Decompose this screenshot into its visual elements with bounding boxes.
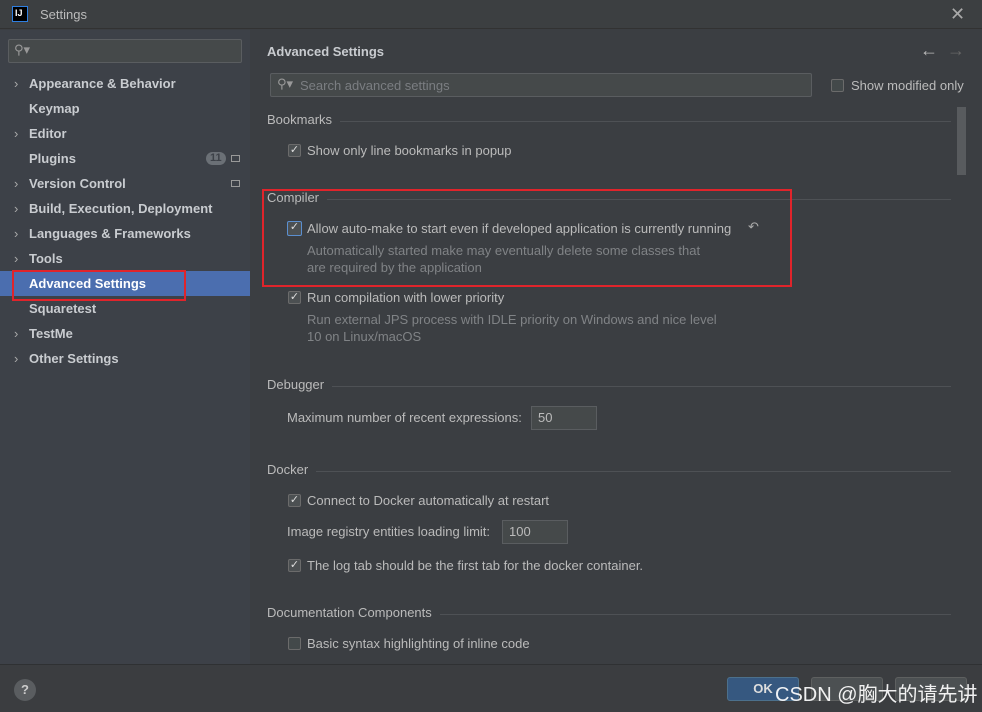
show-modified-only-checkbox[interactable]: [831, 79, 844, 92]
sidebar-item-other-settings[interactable]: › Other Settings: [0, 346, 250, 371]
sidebar-item-tools[interactable]: › Tools: [0, 246, 250, 271]
search-icon: ⚲▾: [14, 42, 31, 57]
project-level-icon: [231, 180, 240, 187]
section-documentation: Documentation Components: [267, 605, 951, 620]
option-label: Basic syntax highlighting of inline code: [307, 636, 530, 651]
sidebar-item-label: Keymap: [29, 101, 80, 116]
search-icon: ⚲▾: [277, 76, 294, 91]
registry-limit-input[interactable]: 100: [502, 520, 568, 544]
chevron-right-icon[interactable]: ›: [14, 221, 18, 246]
sidebar-item-keymap[interactable]: Keymap: [0, 96, 250, 121]
sidebar-item-label: Appearance & Behavior: [29, 76, 176, 91]
sidebar-item-label: Plugins: [29, 151, 76, 166]
title-bar: IJ Settings ✕: [0, 0, 982, 29]
field-label: Maximum number of recent expressions:: [287, 410, 522, 425]
sidebar-item-editor[interactable]: › Editor: [0, 121, 250, 146]
sidebar-item-plugins[interactable]: Plugins 11: [0, 146, 250, 171]
advanced-search-input[interactable]: ⚲▾ Search advanced settings: [270, 73, 812, 97]
option-label: The log tab should be the first tab for …: [307, 558, 644, 573]
section-debugger: Debugger: [267, 377, 951, 392]
help-button[interactable]: ?: [14, 679, 36, 701]
sidebar-item-testme[interactable]: › TestMe: [0, 321, 250, 346]
sidebar-item-appearance-behavior[interactable]: › Appearance & Behavior: [0, 71, 250, 96]
chevron-right-icon[interactable]: ›: [14, 171, 18, 196]
checkbox-lower-priority[interactable]: ✓: [288, 291, 301, 304]
main-panel: Advanced Settings ← → ⚲▾ Search advanced…: [250, 30, 982, 664]
watermark: CSDN @胸大的请先讲: [775, 684, 978, 706]
scrollbar[interactable]: [957, 107, 966, 175]
show-modified-only-label: Show modified only: [851, 78, 964, 93]
close-icon[interactable]: ✕: [950, 4, 965, 25]
chevron-right-icon[interactable]: ›: [14, 196, 18, 221]
option-description: Run external JPS process with IDLE prior…: [307, 312, 717, 327]
window-title: Settings: [40, 7, 87, 22]
section-docker: Docker: [267, 462, 951, 477]
sidebar-item-label: Languages & Frameworks: [29, 226, 191, 241]
sidebar: ⚲▾ › Appearance & Behavior Keymap › Editor Pl…: [0, 30, 250, 664]
chevron-right-icon[interactable]: ›: [14, 246, 18, 271]
project-level-icon: [231, 155, 240, 162]
checkbox-line-bookmarks[interactable]: ✓: [288, 144, 301, 157]
sidebar-item-label: Tools: [29, 251, 63, 266]
sidebar-item-label: Build, Execution, Deployment: [29, 201, 213, 216]
sidebar-item-languages-frameworks[interactable]: › Languages & Frameworks: [0, 221, 250, 246]
page-title: Advanced Settings: [267, 44, 385, 59]
checkbox-docker-connect[interactable]: ✓: [288, 494, 301, 507]
recent-expressions-input[interactable]: 50: [531, 406, 597, 430]
option-description: 10 on Linux/macOS: [307, 329, 422, 344]
sidebar-item-version-control[interactable]: › Version Control: [0, 171, 250, 196]
sidebar-search-input[interactable]: ⚲▾: [8, 39, 242, 63]
sidebar-item-build-execution-deployment[interactable]: › Build, Execution, Deployment: [0, 196, 250, 221]
checkbox-inline-code[interactable]: [288, 637, 301, 650]
app-logo: IJ: [12, 6, 28, 22]
sidebar-item-label: Version Control: [29, 176, 126, 191]
chevron-right-icon[interactable]: ›: [14, 321, 18, 346]
sidebar-item-label: TestMe: [29, 326, 73, 341]
chevron-right-icon[interactable]: ›: [14, 346, 18, 371]
chevron-right-icon[interactable]: ›: [14, 121, 18, 146]
option-label: Connect to Docker automatically at resta…: [307, 493, 550, 508]
field-label: Image registry entities loading limit:: [287, 524, 491, 539]
count-badge: 11: [206, 152, 226, 165]
highlight-box: [12, 270, 186, 301]
chevron-right-icon[interactable]: ›: [14, 71, 18, 96]
option-label: Show only line bookmarks in popup: [307, 143, 512, 158]
sidebar-item-label: Editor: [29, 126, 67, 141]
back-arrow-icon[interactable]: ←: [920, 40, 938, 61]
highlight-box: [262, 189, 792, 287]
search-placeholder: Search advanced settings: [300, 78, 450, 93]
option-label: Run compilation with lower priority: [307, 290, 505, 305]
checkbox-log-tab[interactable]: ✓: [288, 559, 301, 572]
sidebar-item-label: Other Settings: [29, 351, 119, 366]
forward-arrow-icon[interactable]: →: [947, 40, 965, 61]
section-bookmarks: Bookmarks: [267, 112, 951, 127]
